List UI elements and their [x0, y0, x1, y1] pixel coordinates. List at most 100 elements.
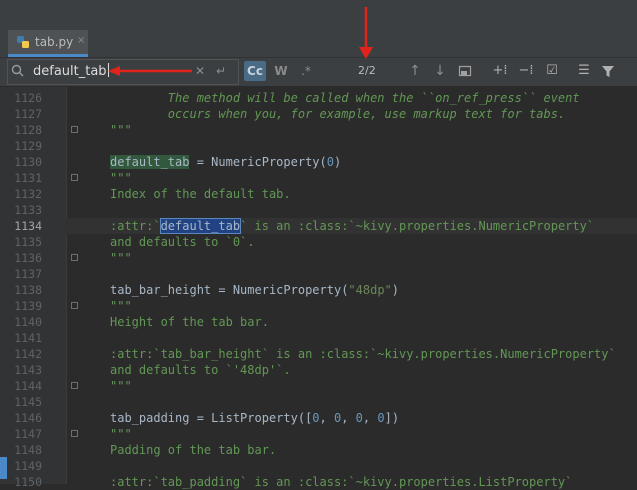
line-number: 1140	[14, 315, 42, 329]
code-token: tab_padding = ListProperty([	[110, 411, 313, 425]
code-line[interactable]: 1137	[0, 266, 637, 282]
code-line[interactable]: 1126 The method will be called when the …	[0, 90, 637, 106]
code-token: """	[110, 299, 132, 313]
code-line[interactable]: 1144 """	[0, 378, 637, 394]
code-text: :attr:`tab_padding` is an :class:`~kivy.…	[110, 474, 572, 490]
line-number: 1148	[14, 443, 42, 457]
code-text: Padding of the tab bar.	[110, 442, 276, 458]
line-number: 1128	[14, 123, 42, 137]
code-token: 0	[355, 411, 363, 425]
line-number: 1147	[14, 427, 42, 441]
code-token: 0	[377, 411, 385, 425]
add-selection-icon[interactable]: +⁞	[490, 61, 510, 81]
current-match: default_tab	[159, 218, 242, 234]
code-line[interactable]: 1139 """	[0, 298, 637, 314]
whole-words-toggle[interactable]: W	[274, 61, 288, 81]
close-tab-icon[interactable]: ×	[77, 35, 85, 46]
code-text: """	[110, 378, 132, 394]
code-text: """	[110, 426, 132, 442]
code-line[interactable]: 1129	[0, 138, 637, 154]
code-token: and defaults to `'48dp'`.	[110, 363, 291, 377]
code-text: and defaults to `0`.	[110, 234, 255, 250]
code-text: and defaults to `'48dp'`.	[110, 362, 291, 378]
code-token: ,	[362, 411, 378, 425]
line-number: 1142	[14, 347, 42, 361]
code-token: and defaults to `0`.	[110, 235, 255, 249]
fold-marker-icon[interactable]	[71, 126, 78, 133]
code-token: ,	[341, 411, 356, 425]
code-text: """	[110, 298, 132, 314]
code-line[interactable]: 1149	[0, 458, 637, 474]
code-line[interactable]: 1143 and defaults to `'48dp'`.	[0, 362, 637, 378]
next-occurrence-icon[interactable]: ↓	[433, 61, 447, 81]
editor-tab-bar	[0, 30, 637, 58]
code-line[interactable]: 1133	[0, 202, 637, 218]
code-line[interactable]: 1141	[0, 330, 637, 346]
code-line[interactable]: 1138 tab_bar_height = NumericProperty("48…	[0, 282, 637, 298]
file-tab[interactable]: tab.py ×	[8, 30, 88, 57]
code-line[interactable]: 1134:attr:`default_tab` is an :class:`~k…	[0, 218, 637, 234]
fold-marker-icon[interactable]	[71, 174, 78, 181]
code-token: tab_bar_height = NumericProperty(	[110, 283, 349, 297]
search-input[interactable]: default_tab	[33, 63, 109, 79]
new-line-icon[interactable]: ↵	[216, 61, 226, 81]
code-text: """	[110, 250, 132, 266]
line-number: 1134	[14, 219, 42, 233]
code-token: occurs when you, for example, use markup…	[110, 107, 566, 121]
code-text: The method will be called when the ``on_…	[110, 90, 580, 106]
search-icon[interactable]	[11, 64, 25, 78]
code-text: :attr:`tab_bar_height` is an :class:`~ki…	[110, 346, 616, 362]
code-text: tab_bar_height = NumericProperty("48dp")	[110, 282, 399, 298]
match-case-toggle[interactable]: Cc	[244, 61, 266, 81]
match-counter: 2/2	[358, 64, 376, 77]
previous-occurrence-icon[interactable]: ↑	[408, 61, 422, 81]
code-line[interactable]: 1128 """	[0, 122, 637, 138]
code-token: )	[391, 283, 400, 297]
code-line[interactable]: 1132 Index of the default tab.	[0, 186, 637, 202]
line-number: 1138	[14, 283, 42, 297]
line-number: 1150	[14, 475, 42, 489]
code-line[interactable]: 1131 """	[0, 170, 637, 186]
filter-lines-icon[interactable]: ☰	[576, 61, 592, 81]
line-number: 1139	[14, 299, 42, 313]
window-top-bar	[0, 0, 637, 30]
code-line[interactable]: 1148 Padding of the tab bar.	[0, 442, 637, 458]
code-token: Padding of the tab bar.	[110, 443, 277, 457]
fold-marker-icon[interactable]	[71, 430, 78, 437]
code-line[interactable]: 1136 """	[0, 250, 637, 266]
line-number: 1127	[14, 107, 42, 121]
open-in-window-icon[interactable]	[458, 64, 472, 78]
code-line[interactable]: 1145	[0, 394, 637, 410]
code-token: :attr:`tab_padding` is an :class:`~kivy.…	[110, 475, 573, 489]
code-token: 0	[326, 155, 334, 169]
line-number: 1149	[14, 459, 42, 473]
fold-marker-icon[interactable]	[71, 382, 78, 389]
line-number: 1141	[14, 331, 42, 345]
code-token: ])	[384, 411, 400, 425]
code-token: Index of the default tab.	[110, 187, 291, 201]
fold-marker-icon[interactable]	[71, 254, 78, 261]
remove-selection-icon[interactable]: −⁞	[516, 61, 536, 81]
search-match: default_tab	[110, 155, 190, 169]
code-token: """	[110, 171, 132, 185]
code-line[interactable]: 1127 occurs when you, for example, use m…	[0, 106, 637, 122]
clear-search-icon[interactable]: ✕	[195, 61, 205, 81]
code-line[interactable]: 1147 """	[0, 426, 637, 442]
code-text: """	[110, 122, 132, 138]
code-text: Index of the default tab.	[110, 186, 291, 202]
code-line[interactable]: 1150 :attr:`tab_padding` is an :class:`~k…	[0, 474, 637, 490]
line-number: 1146	[14, 411, 42, 425]
code-token: ` is an :class:`~kivy.properties.Numeric…	[240, 219, 595, 233]
code-line[interactable]: 1146 tab_padding = ListProperty([0, 0, 0,…	[0, 410, 637, 426]
code-token: 0	[312, 411, 320, 425]
fold-marker-icon[interactable]	[71, 302, 78, 309]
code-line[interactable]: 1142 :attr:`tab_bar_height` is an :class:…	[0, 346, 637, 362]
code-line[interactable]: 1130 default_tab = NumericProperty(0)	[0, 154, 637, 170]
code-line[interactable]: 1140 Height of the tab bar.	[0, 314, 637, 330]
regex-toggle[interactable]: .*	[299, 61, 313, 81]
code-line[interactable]: 1135 and defaults to `0`.	[0, 234, 637, 250]
code-token: Height of the tab bar.	[110, 315, 269, 329]
select-all-occurrences-icon[interactable]: ☑	[542, 61, 562, 81]
code-token: :attr:`tab_bar_height` is an :class:`~ki…	[110, 347, 616, 361]
filter-icon[interactable]	[601, 65, 615, 78]
